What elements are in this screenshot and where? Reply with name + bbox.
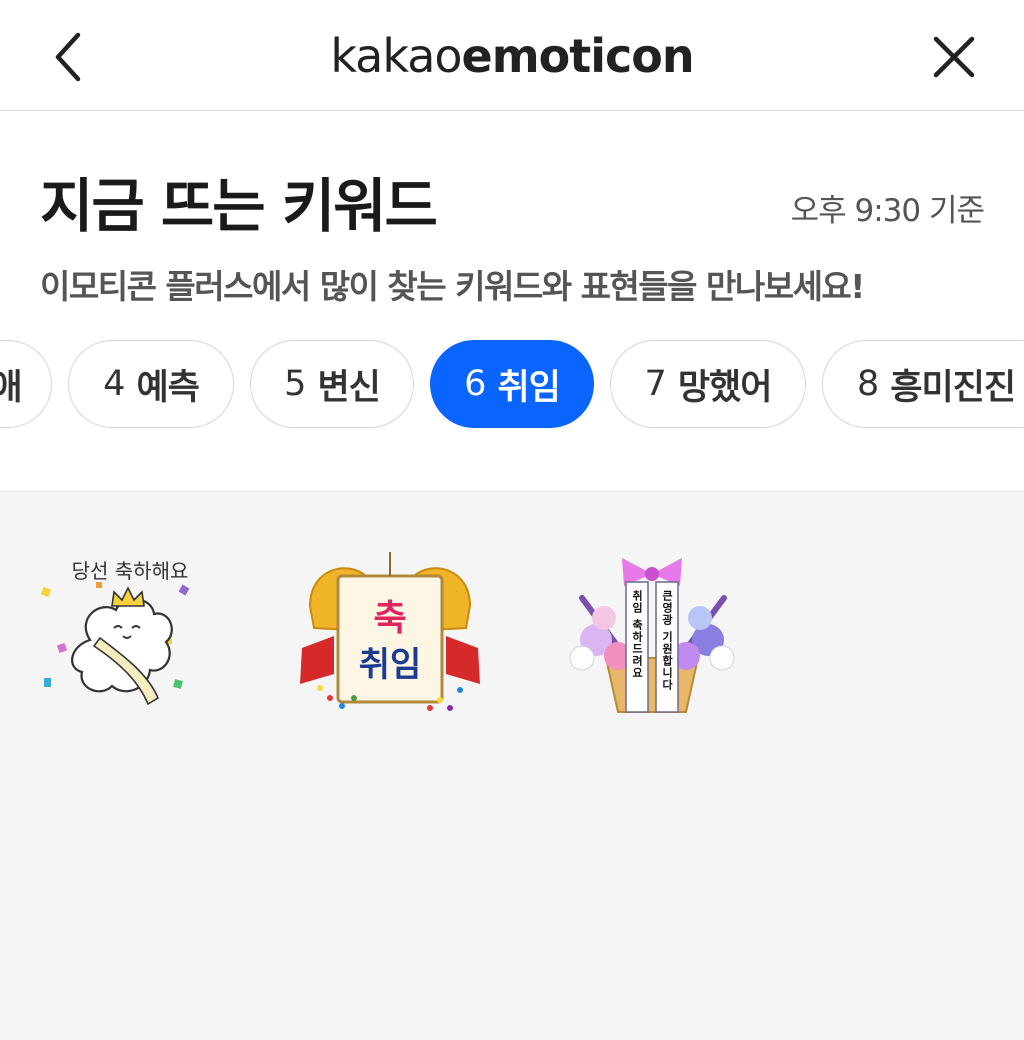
close-icon — [933, 36, 975, 78]
keyword-chip[interactable]: 애 — [0, 340, 52, 428]
keyword-chip-list: 애 4 예측 5 변신 6 취임 7 망했어 8 흥미진진 — [0, 340, 1024, 432]
keyword-chip[interactable]: 8 흥미진진 — [822, 340, 1024, 428]
close-button[interactable] — [922, 25, 986, 89]
top-bar: kakaoemoticon — [0, 0, 1024, 111]
section-subtitle: 이모티콘 플러스에서 많이 찾는 키워드와 표현들을 만나보세요! — [40, 267, 865, 306]
emoticon-item[interactable]: 취임 축하드려요 큰영광 기원합니다 — [552, 548, 752, 718]
svg-text:취임 축하드려요: 취임 축하드려요 — [631, 589, 644, 679]
keyword-chip-active[interactable]: 6 취임 — [430, 340, 594, 428]
cloud-character-crown-icon: 당선 축하해요 — [40, 559, 190, 706]
keyword-chip[interactable]: 7 망했어 — [610, 340, 806, 428]
svg-text:큰영광 기원합니다: 큰영광 기원합니다 — [661, 590, 674, 691]
keyword-chip[interactable]: 5 변신 — [250, 340, 414, 428]
update-timestamp: 오후 9:30 기준 — [790, 193, 985, 229]
kakao-emoticon-logo: kakaoemoticon — [330, 29, 694, 83]
svg-text:당선 축하해요: 당선 축하해요 — [72, 559, 189, 583]
emoticon-item[interactable]: 당선 축하해요 — [30, 548, 230, 718]
flower-wreath-icon: 취임 축하드려요 큰영광 기원합니다 — [569, 558, 735, 713]
emoticon-item[interactable]: 축 취임 — [290, 548, 490, 718]
congratulation-banner-icon: 축 취임 — [300, 552, 480, 711]
keyword-chip[interactable]: 4 예측 — [68, 340, 234, 428]
page-title: 지금 뜨는 키워드 — [40, 172, 438, 240]
svg-text:축: 축 — [373, 598, 406, 639]
svg-text:취임: 취임 — [359, 645, 422, 685]
